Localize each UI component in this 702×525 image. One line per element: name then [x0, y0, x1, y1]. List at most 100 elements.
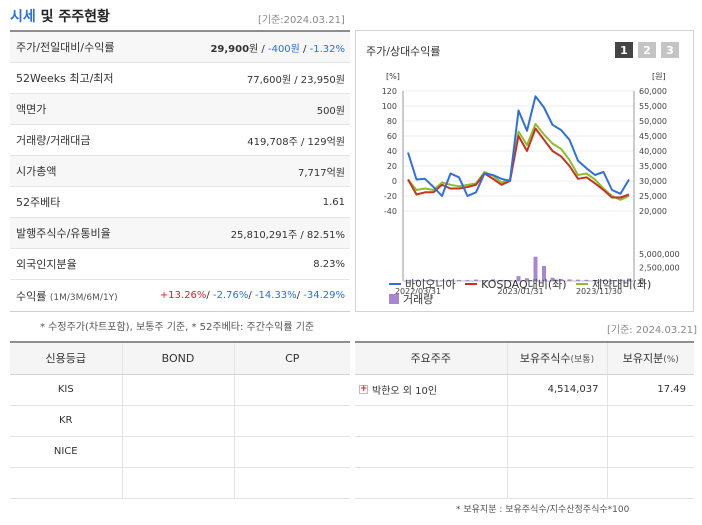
credit-row: KIS [10, 374, 350, 406]
holder-shares [506, 436, 607, 468]
holders-header-name: 주요주주 [355, 341, 507, 375]
credit-cell: KIS [10, 374, 122, 406]
holder-row [355, 467, 694, 499]
major-shareholders-table: 주요주주 보유주식수(보통) 보유지분(%) + 박한오 외 10인 4,514,0… [355, 341, 694, 499]
quote-row: 주가/전일대비/수익률 29,900원 / -400원 / -1.32% [10, 32, 350, 63]
right-tick-label: 25,000 [639, 192, 667, 201]
quote-label: 수익률 (1M/3M/6M/1Y) [16, 289, 118, 303]
chart-button-2[interactable]: 2 [638, 42, 656, 58]
quote-row: 거래량/거래대금 419,708주 / 129억원 [10, 125, 350, 156]
holder-pct: 17.49 [606, 374, 694, 406]
quote-value: 8.23% [313, 258, 345, 270]
holders-base-date: [기준: 2024.03.21] [607, 325, 698, 336]
expand-icon[interactable]: + [359, 385, 368, 394]
quote-value: 500원 [316, 105, 345, 117]
left-tick-label: 20 [387, 162, 397, 171]
quote-label: 52주베타 [16, 196, 61, 209]
credit-cell: NICE [10, 436, 122, 468]
left-tick-label: 100 [382, 102, 397, 111]
right-tick-label: 40,000 [639, 147, 667, 156]
series-line [407, 127, 630, 199]
holder-shares: 4,514,037 [506, 374, 607, 406]
credit-cell [10, 467, 122, 499]
quote-value: 7,717억원 [297, 167, 345, 179]
right-tick-label: 30,000 [639, 177, 667, 186]
credit-header-rating: 신용등급 [10, 341, 122, 375]
quote-value: 419,708주 / 129억원 [247, 136, 345, 148]
credit-row: KR [10, 405, 350, 437]
title-rest: 및 주주현황 [35, 9, 110, 25]
left-tick-label: -40 [384, 207, 397, 216]
title-main: 시세 [10, 9, 36, 25]
quote-footnote: * 수정주가(차트포함), 보통주 기준, * 52주베타: 주간수익률 기준 [40, 322, 315, 333]
credit-cell [121, 405, 234, 437]
quote-row: 액면가 500원 [10, 94, 350, 125]
holder-pct [606, 436, 694, 468]
volume-tick-label: 2,500,000 [639, 264, 680, 273]
credit-rating-table: 신용등급 BOND CP KIS KR NICE [10, 341, 350, 499]
legend-item-pharma: 제약대비(좌) [576, 277, 651, 292]
right-tick-label: 35,000 [639, 162, 667, 171]
quote-value: 29,900원 / -400원 / -1.32% [210, 43, 345, 55]
quote-row-return: 수익률 (1M/3M/6M/1Y) +13.26%/ -2.76%/ -14.33… [10, 280, 350, 311]
quote-label: 외국인지분율 [16, 258, 77, 271]
quote-label: 거래량/거래대금 [16, 134, 91, 147]
left-tick-label: 120 [382, 87, 397, 96]
credit-row: NICE [10, 436, 350, 468]
credit-cell [233, 467, 350, 499]
holder-name [355, 405, 507, 437]
right-axis-unit: [원] [652, 72, 666, 81]
left-axis-unit: [%] [386, 72, 400, 81]
left-tick-label: -20 [384, 192, 397, 201]
chart-panel: 주가/상대수익률 1 2 3 [%] [원] 120 60,000 100 55,000 8… [355, 30, 694, 312]
quote-row: 52주베타 1.61 [10, 187, 350, 218]
quote-value: +13.26%/ -2.76%/ -14.33%/ -34.29% [159, 290, 345, 301]
quote-row: 시가총액 7,717억원 [10, 156, 350, 187]
quote-label: 주가/전일대비/수익률 [16, 41, 115, 54]
chart-period-buttons: 1 2 3 [615, 42, 679, 58]
credit-cell [233, 405, 350, 437]
quote-row: 발행주식수/유통비율 25,810,291주 / 82.51% [10, 218, 350, 249]
chart-legend: 바이오니아 KOSDAQ대비(좌) 제약대비(좌) 거래량 [389, 275, 679, 307]
credit-cell [121, 436, 234, 468]
holder-row [355, 405, 694, 437]
right-tick-label: 55,000 [639, 102, 667, 111]
holder-shares [506, 405, 607, 437]
holder-row: + 박한오 외 10인 4,514,037 17.49 [355, 374, 694, 406]
holder-name [355, 467, 507, 499]
holders-header-pct: 보유지분(%) [606, 341, 694, 375]
quote-row: 52Weeks 최고/최저 77,600원 / 23,950원 [10, 63, 350, 94]
quote-row: 외국인지분율 8.23% [10, 249, 350, 280]
section-title: 시세 및 주주현황 [10, 6, 110, 26]
left-tick-label: 60 [387, 132, 397, 141]
left-tick-label: 0 [392, 177, 397, 186]
volume-tick-label: 5,000,000 [639, 250, 680, 259]
quote-value: 1.61 [322, 196, 345, 208]
holder-pct [606, 405, 694, 437]
credit-cell: KR [10, 405, 122, 437]
legend-item-volume: 거래량 [389, 292, 433, 307]
credit-cell [121, 467, 234, 499]
holder-shares [506, 467, 607, 499]
left-tick-label: 80 [387, 117, 397, 126]
holders-header-shares: 보유주식수(보통) [506, 341, 607, 375]
left-tick-label: 40 [387, 147, 397, 156]
holder-name[interactable]: + 박한오 외 10인 [355, 374, 507, 406]
holder-name [355, 436, 507, 468]
chart-button-3[interactable]: 3 [661, 42, 679, 58]
holders-footnote: * 보유지분 : 보유주식수/지수산정주식수*100 [456, 505, 630, 515]
holder-row [355, 436, 694, 468]
quote-table: 주가/전일대비/수익률 29,900원 / -400원 / -1.32% 52Wee… [10, 30, 350, 312]
legend-item-stock: 바이오니아 [389, 277, 456, 292]
credit-header-cp: CP [233, 341, 350, 375]
right-tick-label: 20,000 [639, 207, 667, 216]
quote-value: 25,810,291주 / 82.51% [230, 229, 345, 241]
quote-label: 52Weeks 최고/최저 [16, 72, 114, 85]
base-date: [기준:2024.03.21] [258, 15, 345, 26]
chart-button-1[interactable]: 1 [615, 42, 633, 58]
right-tick-label: 60,000 [639, 87, 667, 96]
quote-label: 시가총액 [16, 165, 57, 178]
right-tick-label: 45,000 [639, 132, 667, 141]
legend-item-kosdaq: KOSDAQ대비(좌) [465, 277, 567, 292]
credit-cell [233, 436, 350, 468]
